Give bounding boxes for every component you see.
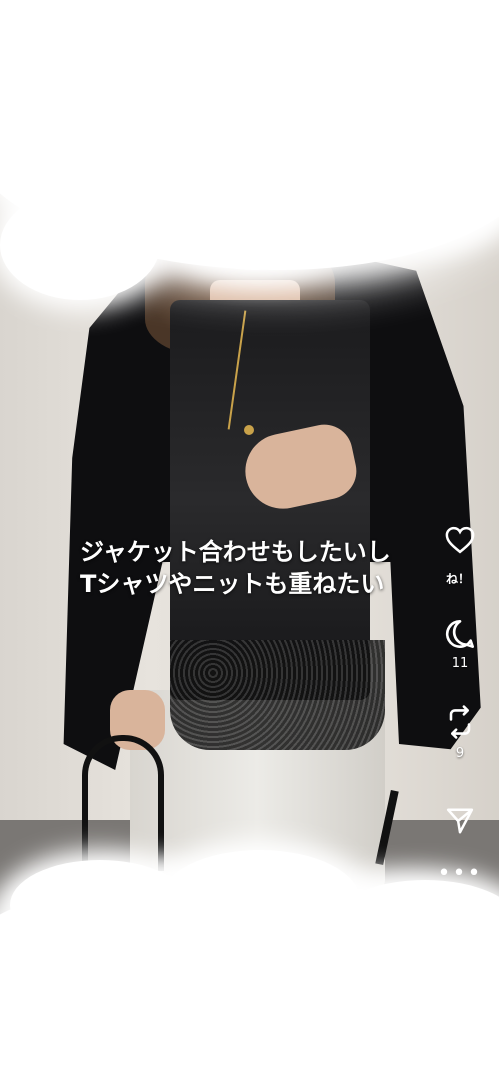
more-button[interactable]: ••• xyxy=(436,861,484,886)
cloud-puff xyxy=(330,130,499,240)
like-button[interactable]: ね！ xyxy=(436,526,484,586)
caption-line-1: ジャケット合わせもしたいし xyxy=(80,538,391,566)
repost-count: 9 xyxy=(455,746,465,761)
caption-line-2: Tシャツやニットも重ねたい xyxy=(80,570,385,598)
repost-button[interactable]: 9 xyxy=(436,704,484,762)
more-icon: ••• xyxy=(437,861,483,886)
comment-count: 11 xyxy=(451,656,469,671)
like-label: ね！ xyxy=(446,572,471,586)
cloud-puff xyxy=(170,180,340,270)
share-icon xyxy=(446,808,474,834)
cloud-puff xyxy=(160,850,360,950)
cloud-puff xyxy=(0,190,160,300)
lace-trim xyxy=(170,640,385,750)
comment-icon xyxy=(445,619,474,648)
video-caption: ジャケット合わせもしたいし Tシャツやニットも重ねたい xyxy=(80,536,460,600)
heart-icon xyxy=(445,526,475,554)
share-button[interactable] xyxy=(436,806,484,836)
bag-handle xyxy=(82,735,164,871)
necklace-pendant xyxy=(244,425,254,435)
comment-button[interactable]: 11 xyxy=(436,618,484,672)
repost-icon xyxy=(449,705,471,739)
video-frame[interactable]: ジャケット合わせもしたいし Tシャツやニットも重ねたい ね！ 11 9 ••• xyxy=(0,0,499,1080)
